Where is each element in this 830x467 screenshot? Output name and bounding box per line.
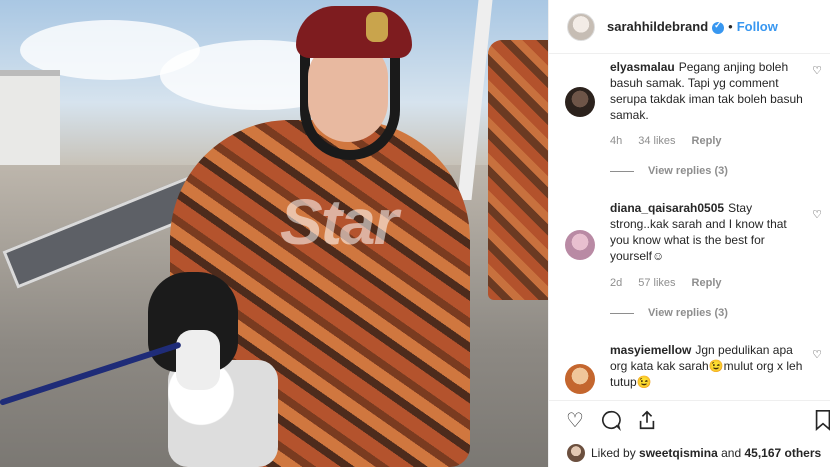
liked-by-avatar[interactable] — [567, 443, 585, 462]
liked-by-row: Liked by sweetqismina and 45,167 others — [549, 438, 830, 467]
post-actions-bar: ♡ — [549, 400, 830, 438]
comment-text: diana_qaisarah0505 Stay strong..kak sarah… — [610, 200, 808, 264]
background-soldier — [488, 40, 548, 300]
comment-meta: 4h 34 likes Reply — [610, 135, 722, 147]
hangar-building — [0, 70, 60, 165]
liked-by-middle: and — [721, 445, 742, 460]
reply-button[interactable]: Reply — [692, 135, 722, 147]
follow-button[interactable]: Follow — [737, 19, 778, 34]
comment-avatar[interactable] — [565, 87, 595, 117]
comment-username[interactable]: diana_qaisarah0505 — [610, 201, 724, 215]
comment-likes[interactable]: 57 likes — [638, 277, 675, 289]
heart-icon[interactable]: ♡ — [563, 409, 587, 433]
comment-likes[interactable]: 34 likes — [638, 135, 675, 147]
view-replies-button[interactable]: View replies (3) — [610, 307, 728, 319]
liked-by-user[interactable]: sweetqismina — [639, 446, 718, 460]
watermark: Star — [280, 186, 398, 258]
liked-by-count[interactable]: 45,167 others — [744, 446, 821, 460]
share-icon-svg — [639, 410, 655, 430]
comment-like-heart-icon[interactable]: ♡ — [811, 209, 823, 221]
comment-time: 4h — [610, 135, 623, 147]
post-photo[interactable]: Star — [0, 0, 548, 467]
comment-avatar[interactable] — [565, 230, 595, 260]
comment-time: 2d — [610, 277, 623, 289]
post-header: sarahhildebrand • Follow — [549, 0, 830, 54]
comment-like-heart-icon[interactable]: ♡ — [811, 349, 823, 361]
comment-like-heart-icon[interactable]: ♡ — [811, 65, 823, 77]
dog — [148, 250, 298, 467]
beret — [296, 6, 412, 58]
comment-text: elyasmalau Pegang anjing boleh basuh sama… — [610, 59, 808, 123]
liked-by-prefix: Liked by — [591, 445, 636, 460]
share-icon[interactable] — [635, 409, 659, 433]
divider — [610, 312, 634, 314]
reply-button[interactable]: Reply — [692, 277, 722, 289]
beret-badge — [366, 12, 388, 42]
avatar[interactable] — [567, 12, 595, 41]
view-replies-label: View replies (3) — [648, 165, 728, 177]
comment-username[interactable]: elyasmalau — [610, 60, 675, 74]
comment-text: masyiemellow Jgn pedulikan apa org kata k… — [610, 342, 808, 390]
post-side-panel: sarahhildebrand • Follow elyasmalauPegan… — [548, 0, 830, 467]
view-replies-label: View replies (3) — [648, 307, 728, 319]
bookmark-icon-svg — [815, 410, 830, 431]
comment-icon[interactable] — [599, 409, 623, 433]
verified-badge-icon — [712, 20, 725, 34]
comment-avatar[interactable] — [565, 364, 595, 394]
comment-username[interactable]: masyiemellow — [610, 343, 691, 357]
divider — [610, 170, 634, 172]
comment-icon-svg — [602, 410, 621, 432]
view-replies-button[interactable]: View replies (3) — [610, 165, 728, 177]
comment-meta: 2d 57 likes Reply — [610, 277, 722, 289]
comments-list[interactable]: elyasmalau Pegang anjing boleh basuh sama… — [549, 54, 830, 400]
header-username[interactable]: sarahhildebrand — [607, 19, 708, 34]
bookmark-icon[interactable] — [811, 409, 830, 433]
dog-muzzle — [176, 330, 220, 390]
header-separator: • — [728, 19, 733, 34]
